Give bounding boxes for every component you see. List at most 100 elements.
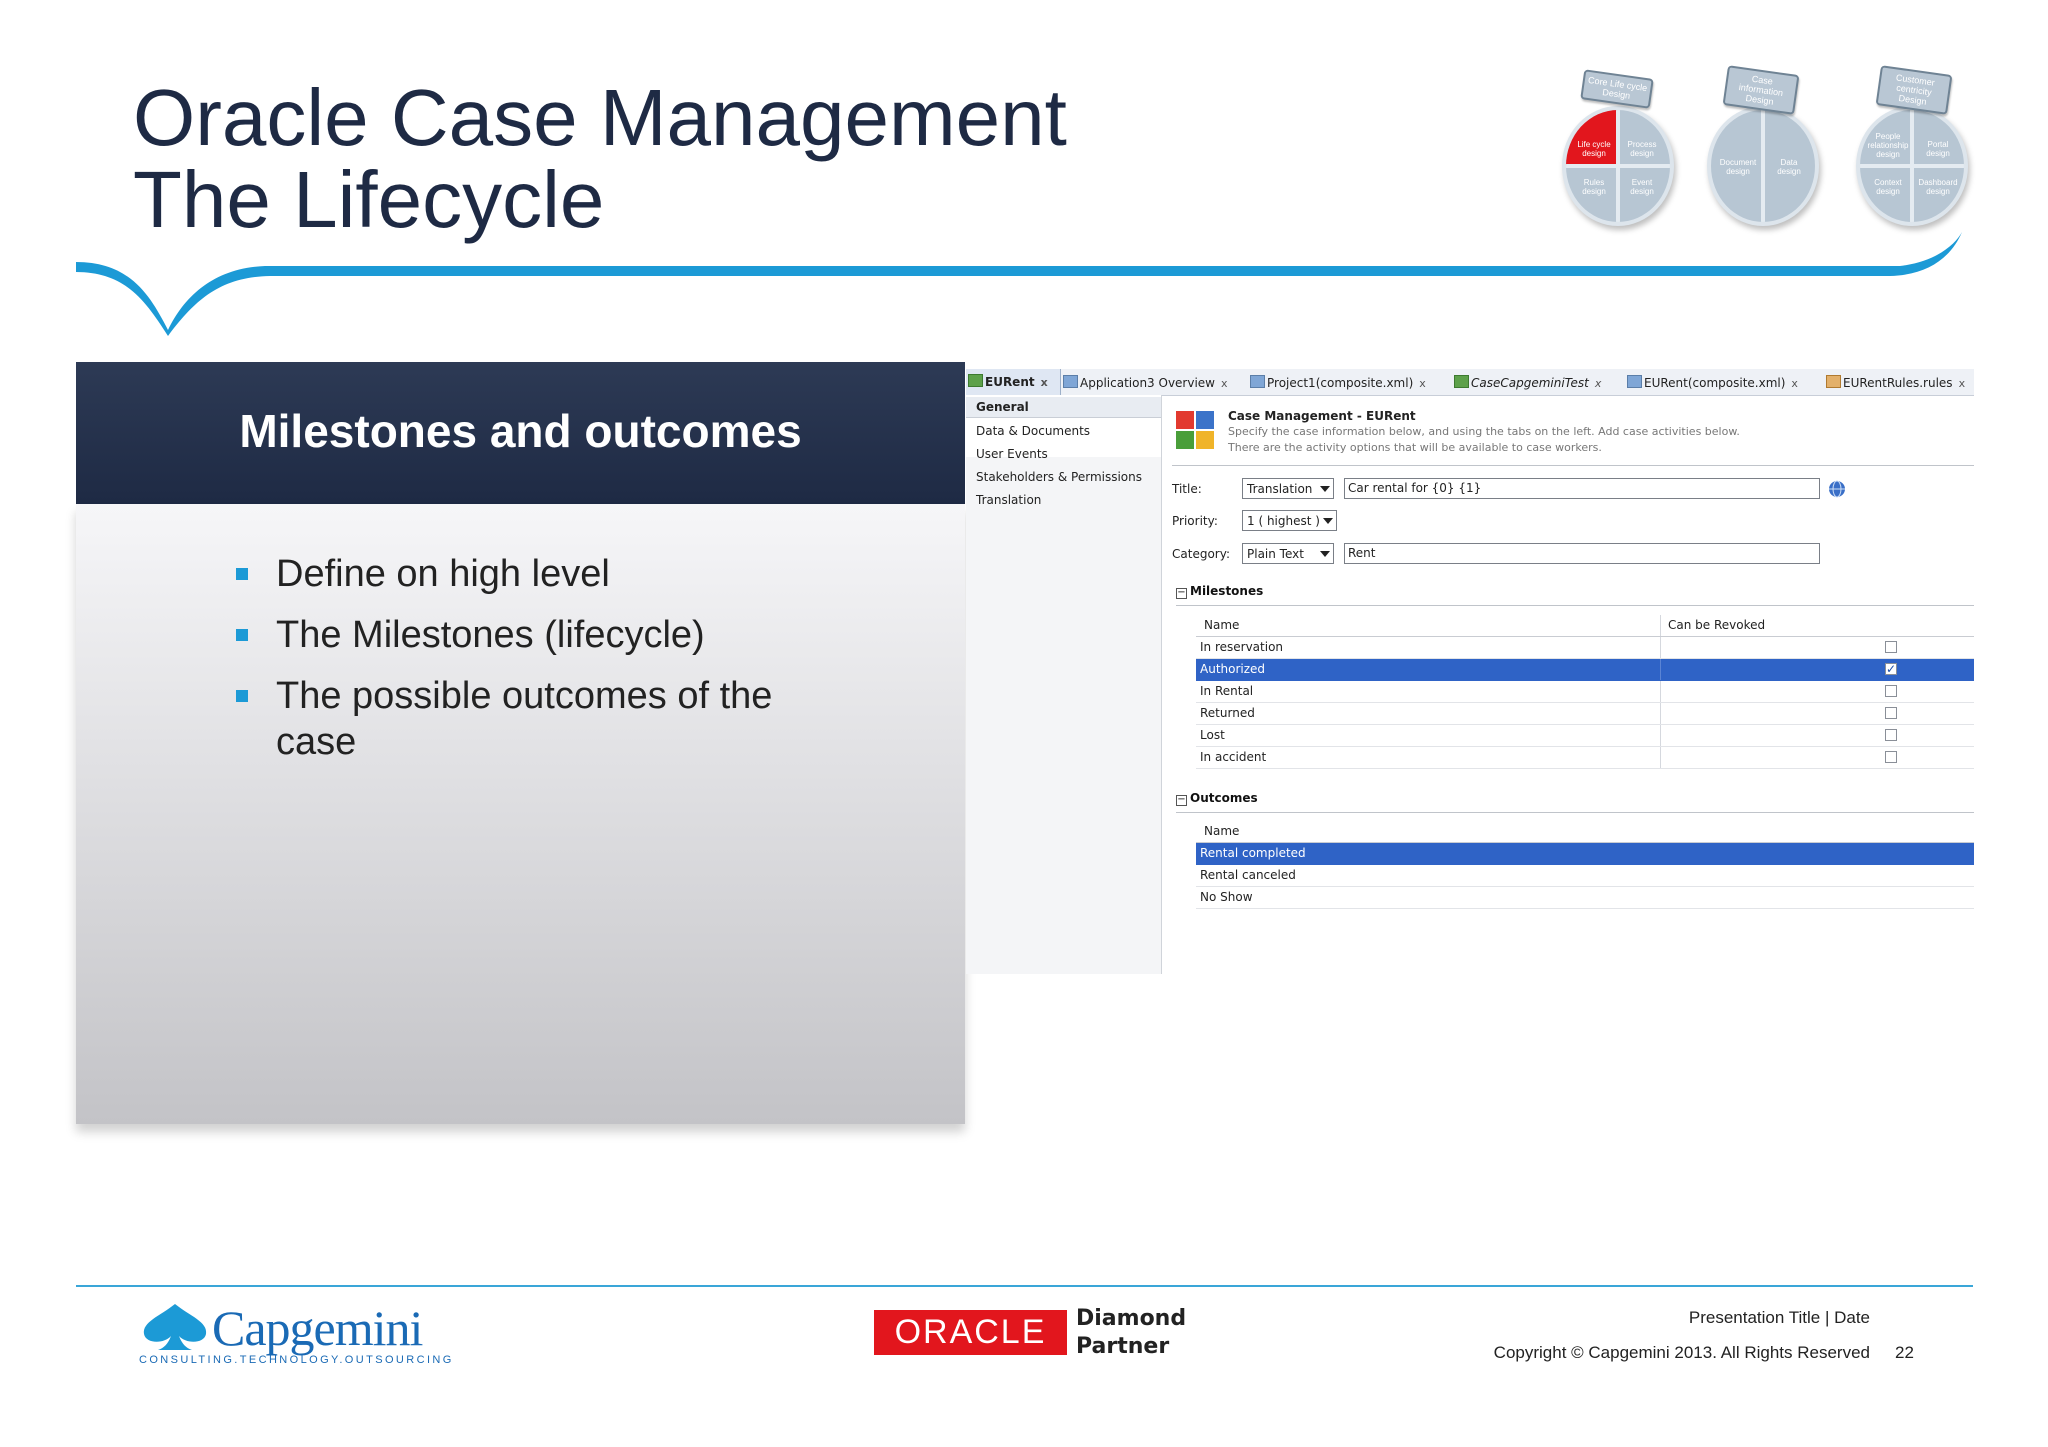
milestone-name: In reservation bbox=[1200, 640, 1284, 654]
collapse-icon[interactable]: − bbox=[1176, 588, 1187, 599]
copyright-text: Copyright © Capgemini 2013. All Rights R… bbox=[1493, 1343, 1870, 1362]
partner-label: Partner bbox=[1076, 1334, 1170, 1359]
case-management-icon bbox=[1176, 411, 1214, 449]
slide-title-line1: Oracle Case Management bbox=[133, 73, 1067, 162]
milestone-name: Lost bbox=[1200, 728, 1225, 742]
nav-item-stakeholders[interactable]: Stakeholders & Permissions bbox=[976, 469, 1142, 485]
bullet-marker bbox=[236, 629, 248, 641]
revoked-checkbox[interactable] bbox=[1885, 685, 1897, 697]
revoked-checkbox[interactable] bbox=[1885, 729, 1897, 741]
outcomes-section-header[interactable]: − Outcomes bbox=[1176, 790, 1258, 806]
wheel-disc: Document design Data design bbox=[1707, 106, 1819, 226]
partner-level: Diamond bbox=[1076, 1306, 1187, 1331]
priority-select[interactable]: 1 ( highest ) bbox=[1242, 510, 1337, 531]
tab-label: EURentRules.rules bbox=[1843, 376, 1953, 390]
milestone-row[interactable]: In accident bbox=[1196, 747, 1974, 769]
outcomes-table-header: Name bbox=[1196, 821, 1974, 843]
wheel-quadrant: Portal design bbox=[1926, 140, 1950, 158]
capgemini-tagline: CONSULTING.TECHNOLOGY.OUTSOURCING bbox=[139, 1354, 454, 1366]
bullet-text: The Milestones (lifecycle) bbox=[276, 614, 705, 656]
outcome-name: No Show bbox=[1200, 890, 1253, 904]
close-icon[interactable]: x bbox=[1419, 377, 1426, 390]
chevron-down-icon bbox=[1320, 486, 1330, 492]
bullet-text: case bbox=[276, 721, 357, 763]
close-icon[interactable]: x bbox=[1221, 377, 1228, 390]
panel-title: Milestones and outcomes bbox=[239, 405, 802, 457]
close-icon[interactable]: x bbox=[1791, 377, 1798, 390]
puzzle-icon bbox=[1454, 375, 1469, 388]
editor-header-title: Case Management - EURent bbox=[1228, 409, 1416, 423]
select-value: Plain Text bbox=[1247, 547, 1304, 561]
collapse-icon[interactable]: − bbox=[1176, 795, 1187, 806]
wheel-disc: People relationship design Portal design… bbox=[1856, 106, 1968, 226]
close-icon[interactable]: x bbox=[1959, 377, 1966, 390]
tab-label: CaseCapgeminiTest bbox=[1471, 376, 1589, 390]
wheel-disc: Life cycle design Process design Rules d… bbox=[1562, 106, 1674, 226]
wheel-quadrant: Data design bbox=[1777, 158, 1801, 176]
capgemini-wordmark: Capgemini bbox=[212, 1300, 423, 1356]
tab-eurentrules[interactable]: EURentRules.rules x bbox=[1826, 373, 1965, 393]
outcome-row[interactable]: Rental completed bbox=[1196, 843, 1974, 865]
outcome-name: Rental canceled bbox=[1200, 868, 1296, 882]
editor-tab-bar: EURent x Application3 Overview x Project1(… bbox=[966, 369, 1974, 396]
oracle-logo: ORACLE bbox=[894, 1313, 1047, 1351]
overview-icon bbox=[1063, 375, 1078, 388]
rules-icon bbox=[1826, 375, 1841, 388]
tab-eurent[interactable]: EURent x bbox=[966, 369, 1061, 395]
select-value: Translation bbox=[1247, 482, 1313, 496]
title-input[interactable]: Car rental for {0} {1} bbox=[1344, 478, 1820, 499]
milestones-section-header[interactable]: − Milestones bbox=[1176, 583, 1263, 599]
revoked-checkbox[interactable] bbox=[1885, 751, 1897, 763]
category-input[interactable]: Rent bbox=[1344, 543, 1820, 564]
milestone-row[interactable]: Lost bbox=[1196, 725, 1974, 747]
bullet-marker bbox=[236, 690, 248, 702]
editor-header-desc: There are the activity options that will… bbox=[1228, 441, 1602, 454]
tab-eurent-composite[interactable]: EURent(composite.xml) x bbox=[1627, 373, 1798, 393]
wheel-quadrant: Life cycle design bbox=[1577, 140, 1611, 158]
outcome-row[interactable]: No Show bbox=[1196, 887, 1974, 909]
chevron-down-icon bbox=[1323, 518, 1333, 524]
tab-label: EURent(composite.xml) bbox=[1644, 376, 1786, 390]
tab-casecapgeminitest[interactable]: CaseCapgeminiTest x bbox=[1454, 373, 1601, 393]
outcome-name: Rental completed bbox=[1200, 846, 1306, 860]
column-header-name: Name bbox=[1204, 824, 1240, 838]
milestone-row[interactable]: Returned bbox=[1196, 703, 1974, 725]
close-icon[interactable]: x bbox=[1041, 376, 1048, 389]
page-number: 22 bbox=[1895, 1343, 1914, 1362]
revoked-checkbox[interactable] bbox=[1885, 707, 1897, 719]
nav-item-data-documents[interactable]: Data & Documents bbox=[976, 423, 1090, 439]
wheel-quadrant: Event design bbox=[1630, 178, 1654, 196]
revoked-checkbox[interactable] bbox=[1885, 659, 1897, 680]
nav-item-user-events[interactable]: User Events bbox=[976, 446, 1048, 462]
revoked-checkbox[interactable] bbox=[1885, 641, 1897, 653]
wheel-quadrant: Document design bbox=[1719, 158, 1757, 176]
nav-item-translation[interactable]: Translation bbox=[976, 492, 1041, 508]
milestone-row[interactable]: Authorized bbox=[1196, 659, 1974, 681]
slide-title-line2: The Lifecycle bbox=[133, 155, 605, 244]
outcome-row[interactable]: Rental canceled bbox=[1196, 865, 1974, 887]
nav-item-general[interactable]: General bbox=[976, 399, 1029, 415]
capgemini-spade-logo bbox=[143, 1304, 207, 1350]
milestone-row[interactable]: In reservation bbox=[1196, 637, 1974, 659]
category-label: Category: bbox=[1172, 547, 1230, 561]
milestone-row[interactable]: In Rental bbox=[1196, 681, 1974, 703]
wheel-quadrant: Process design bbox=[1627, 140, 1657, 158]
title-type-select[interactable]: Translation bbox=[1242, 478, 1334, 499]
milestones-table-header: Name Can be Revoked bbox=[1196, 615, 1974, 637]
column-header-name: Name bbox=[1204, 618, 1240, 632]
section-title: Milestones bbox=[1190, 584, 1264, 598]
tab-project1-composite[interactable]: Project1(composite.xml) x bbox=[1250, 373, 1426, 393]
tab-label: Application3 Overview bbox=[1080, 376, 1215, 390]
milestone-name: Authorized bbox=[1200, 662, 1266, 676]
close-icon[interactable]: x bbox=[1595, 377, 1602, 390]
milestone-name: In Rental bbox=[1200, 684, 1254, 698]
footer-divider bbox=[76, 1285, 1973, 1287]
category-select[interactable]: Plain Text bbox=[1242, 543, 1334, 564]
tab-application3-overview[interactable]: Application3 Overview x bbox=[1063, 373, 1228, 393]
milestone-name: Returned bbox=[1200, 706, 1255, 720]
tab-label: Project1(composite.xml) bbox=[1267, 376, 1414, 390]
select-value: 1 ( highest ) bbox=[1247, 514, 1320, 528]
editor-nav: General Data & Documents User Events Sta… bbox=[966, 395, 1162, 974]
globe-icon[interactable] bbox=[1828, 480, 1846, 498]
priority-label: Priority: bbox=[1172, 514, 1218, 528]
